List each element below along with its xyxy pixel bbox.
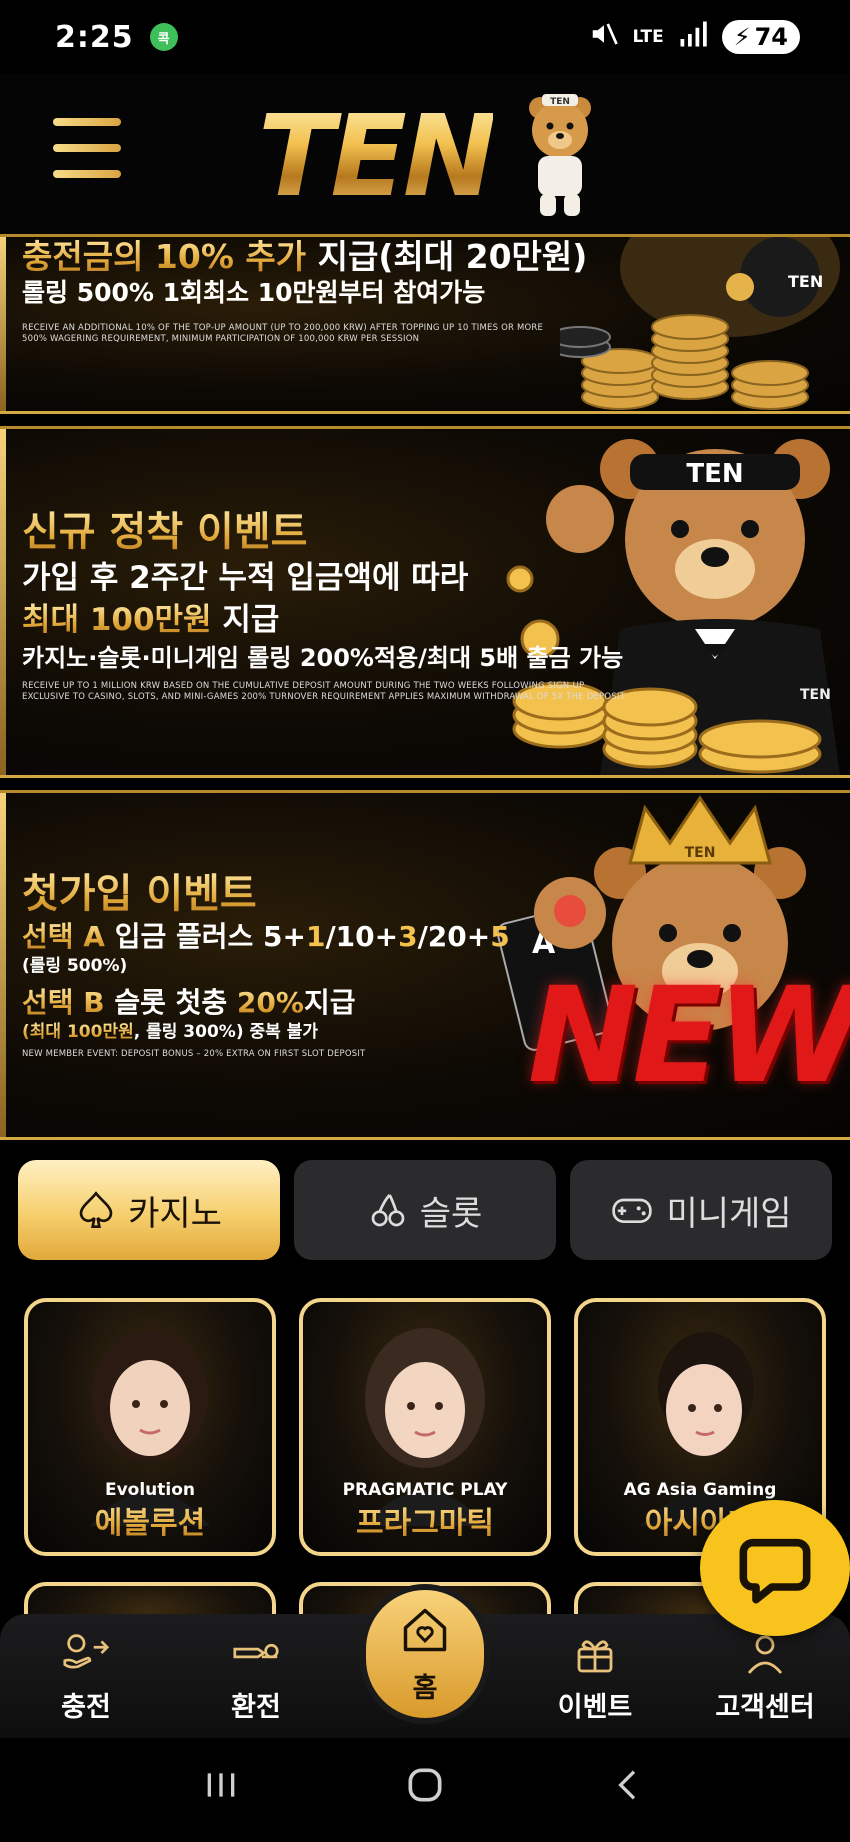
new-badge: NEW bbox=[527, 959, 850, 1113]
pragmatic-play-logo: PRAGMATIC PLAY bbox=[342, 1480, 508, 1500]
nav-charge[interactable]: 충전 bbox=[16, 1614, 156, 1738]
app-notification-icon: 콕 bbox=[149, 23, 178, 51]
game-card-evolution[interactable]: Evolution 에볼루션 bbox=[24, 1298, 276, 1556]
tab-slots-label: 슬롯 bbox=[419, 1193, 483, 1234]
banner2-headband-label: TEN bbox=[686, 459, 743, 489]
nav-exchange-label: 환전 bbox=[231, 1692, 281, 1723]
tab-casino-label: 카지노 bbox=[128, 1193, 222, 1234]
chat-bubble-icon bbox=[739, 1538, 811, 1604]
banner1-fine-1: RECEIVE AN ADDITIONAL 10% OF THE TOP-UP … bbox=[22, 323, 544, 333]
cherry-icon bbox=[368, 1190, 408, 1230]
system-navigation-bar bbox=[0, 1738, 850, 1842]
promo-banner-new-settlement[interactable]: 신규 정착 이벤트 가입 후 2주간 누적 입금액에 따라 최대 100만원 지… bbox=[0, 426, 850, 778]
customer-service-icon bbox=[747, 1635, 783, 1674]
gamepad-icon bbox=[610, 1190, 654, 1230]
status-time: 2:25 bbox=[55, 19, 134, 55]
tab-slots[interactable]: 슬롯 bbox=[294, 1160, 556, 1260]
banner2-headline: 신규 정착 이벤트 bbox=[22, 507, 625, 557]
signal-icon bbox=[678, 19, 708, 56]
nav-events-label: 이벤트 bbox=[557, 1692, 633, 1723]
ten-logo[interactable]: TEN TEN bbox=[258, 82, 598, 232]
menu-icon[interactable] bbox=[53, 118, 121, 178]
banner1-subline: 롤링 500% 1회최소 10만원부터 참여가능 bbox=[22, 277, 587, 309]
banner3-option-a-note: (롤링 500%) bbox=[22, 956, 128, 976]
banner3-headline: 첫가입 이벤트 bbox=[22, 869, 510, 919]
bear-mascot-icon: TEN bbox=[529, 94, 591, 216]
nav-support-label: 고객센터 bbox=[715, 1692, 815, 1723]
game-card-pragmatic[interactable]: PRAGMATIC PLAY 프라그마틱 bbox=[299, 1298, 551, 1556]
banner3-crown-label: TEN bbox=[685, 845, 716, 861]
banner1-fine-2: 500% WAGERING REQUIREMENT, MINIMUM PARTI… bbox=[22, 334, 420, 344]
banner2-line3: 카지노·슬롯·미니게임 롤링 200%적용/최대 5배 출금 가능 bbox=[22, 644, 624, 672]
chip-stack-illustration: TEN bbox=[560, 237, 840, 410]
game-name-evolution: 에볼루션 bbox=[28, 1498, 272, 1542]
banner1-bear-label: TEN bbox=[788, 272, 823, 291]
app-header: TEN TEN bbox=[0, 74, 850, 234]
nav-home-label: 홈 bbox=[412, 1672, 438, 1704]
deposit-icon bbox=[63, 1634, 110, 1669]
battery-level: 74 bbox=[754, 23, 788, 51]
status-icons: LTE ⚡ 74 bbox=[589, 19, 800, 56]
tab-casino[interactable]: 카지노 bbox=[18, 1160, 280, 1260]
promo-banner-first-signup[interactable]: 첫가입 이벤트 선택 A 입금 플러스 5+1/10+3/20+5 (롤링 50… bbox=[0, 790, 850, 1140]
nav-exchange[interactable]: 환전 bbox=[186, 1614, 326, 1738]
nav-events[interactable]: 이벤트 bbox=[525, 1614, 665, 1738]
game-name-pragmatic: 프라그마틱 bbox=[303, 1498, 547, 1542]
battery-indicator: ⚡ 74 bbox=[721, 20, 800, 54]
banner2-badge-label: TEN bbox=[800, 687, 831, 703]
banner2-fine-1: RECEIVE UP TO 1 MILLION KRW BASED ON THE… bbox=[22, 681, 585, 691]
nav-charge-label: 충전 bbox=[61, 1692, 111, 1723]
banner3-option-a: 선택 A 입금 플러스 5+1/10+3/20+5 bbox=[22, 920, 510, 953]
logo-bear-label: TEN bbox=[550, 97, 570, 107]
recent-apps-icon[interactable] bbox=[201, 1765, 241, 1815]
promo-banner-topup[interactable]: 충전금의 10% 추가 지급(최대 20만원) 롤링 500% 1회최소 10만… bbox=[0, 234, 850, 414]
lte-indicator: LTE bbox=[632, 27, 664, 47]
banner2-line1: 가입 후 2주간 누적 입금액에 따라 bbox=[22, 560, 469, 596]
status-bar: 2:25 콕 LTE ⚡ 74 bbox=[0, 0, 850, 74]
nav-home[interactable]: 홈 bbox=[360, 1584, 490, 1724]
tab-minigame-label: 미니게임 bbox=[666, 1193, 792, 1234]
logo-text: TEN bbox=[258, 92, 497, 222]
home-button-icon[interactable] bbox=[403, 1763, 447, 1817]
banner2-fine-2: EXCLUSIVE TO CASINO, SLOTS, AND MINI-GAM… bbox=[22, 692, 625, 702]
charging-icon: ⚡ bbox=[733, 23, 751, 51]
spade-icon bbox=[76, 1190, 116, 1230]
banner3-option-b: 선택 B 슬롯 첫충 20%지급 bbox=[22, 986, 356, 1019]
mute-icon bbox=[589, 19, 619, 56]
banner2-line2: 최대 100만원 지급 bbox=[22, 602, 280, 638]
asia-gaming-logo: AG Asia Gaming bbox=[623, 1480, 777, 1500]
withdraw-icon bbox=[233, 1643, 279, 1659]
banner3-fine: NEW MEMBER EVENT: DEPOSIT BONUS – 20% EX… bbox=[22, 1049, 366, 1059]
evolution-logo: Evolution bbox=[104, 1480, 196, 1500]
banner1-headline: 충전금의 10% 추가 지급(최대 20만원) bbox=[22, 237, 588, 276]
banner3-option-b-note: (최대 100만원, 롤링 300%) 중복 불가 bbox=[22, 1022, 318, 1042]
back-icon[interactable] bbox=[609, 1765, 649, 1815]
gift-icon bbox=[577, 1640, 613, 1673]
game-category-tabs: 카지노 슬롯 미니게임 bbox=[18, 1160, 832, 1260]
home-heart-icon bbox=[403, 1608, 447, 1651]
live-chat-button[interactable] bbox=[700, 1500, 850, 1636]
tab-minigame[interactable]: 미니게임 bbox=[570, 1160, 832, 1260]
